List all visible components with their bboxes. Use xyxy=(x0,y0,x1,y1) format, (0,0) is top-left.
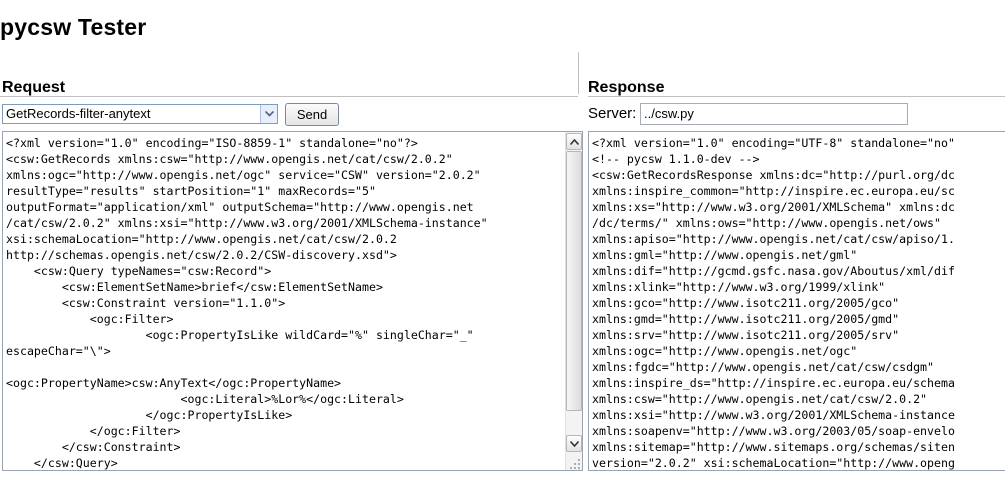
request-heading: Request xyxy=(2,79,66,96)
response-xml-line: xmlns:srv="http://www.isotc211.org/2005/… xyxy=(592,328,900,342)
page-title: pycsw Tester xyxy=(0,14,147,40)
response-xml-line: xmlns:gmd="http://www.isotc211.org/2005/… xyxy=(592,312,900,326)
test-request-selected-value: GetRecords-filter-anytext xyxy=(6,106,151,121)
response-heading: Response xyxy=(588,79,665,96)
response-xml-line: xmlns:inspire_ds="http://inspire.ec.euro… xyxy=(592,376,955,390)
request-xml-line: http://schemas.opengis.net/csw/2.0.2/CSW… xyxy=(6,248,397,262)
response-xml-line: xmlns:ogc="http://www.opengis.net/ogc" xyxy=(592,344,858,358)
response-xml-line: xmlns:xlink="http://www.w3.org/1999/xlin… xyxy=(592,280,886,294)
request-xml-line: <csw:Constraint version="1.1.0"> xyxy=(6,296,286,310)
request-xml-line: <ogc:PropertyName>csw:AnyText</ogc:Prope… xyxy=(6,376,342,390)
response-xml-line: /dc/terms/" xmlns:ows="http://www.opengi… xyxy=(592,216,942,230)
request-xml-line: escapeChar="\"> xyxy=(6,344,111,358)
test-request-select[interactable]: GetRecords-filter-anytext xyxy=(2,104,278,124)
response-xml-line: xmlns:xs="http://www.w3.org/2001/XMLSche… xyxy=(592,200,955,214)
response-divider xyxy=(588,96,1005,97)
response-xml-line: <?xml version="1.0" encoding="UTF-8" sta… xyxy=(592,136,955,150)
request-xml-textarea[interactable]: <?xml version="1.0" encoding="ISO-8859-1… xyxy=(2,131,583,471)
response-xml-line: xmlns:inspire_common="http://inspire.ec.… xyxy=(592,184,955,198)
request-xml-line: xsi:schemaLocation="http://www.opengis.n… xyxy=(6,232,397,246)
resize-grip-icon[interactable] xyxy=(569,457,581,469)
column-separator xyxy=(578,52,579,94)
request-divider xyxy=(0,96,578,97)
response-xml-line: <csw:GetRecordsResponse xmlns:dc="http:/… xyxy=(592,168,955,182)
request-xml-line: </ogc:PropertyIsLike> xyxy=(6,408,293,422)
response-xml-line: xmlns:csw="http://www.opengis.net/cat/cs… xyxy=(592,392,928,406)
request-xml-line: outputFormat="application/xml" outputSch… xyxy=(6,200,474,214)
server-label: Server: xyxy=(588,105,637,122)
server-url-input[interactable]: ../csw.py xyxy=(640,103,908,125)
request-xml-line: <ogc:Filter> xyxy=(6,312,174,326)
request-xml-line: </ogc:Filter> xyxy=(6,424,181,438)
response-xml-line: xmlns:dif="http://gcmd.gsfc.nasa.gov/Abo… xyxy=(592,264,955,278)
request-xml-line: <ogc:Literal>%Lor%</ogc:Literal> xyxy=(6,392,404,406)
request-scrollbar[interactable] xyxy=(565,132,582,470)
arrow-up-icon[interactable] xyxy=(566,133,582,150)
request-xml-line: </csw:Query> xyxy=(6,456,118,470)
chevron-down-icon[interactable] xyxy=(260,105,277,123)
response-xml-line: xmlns:gml="http://www.opengis.net/gml" xyxy=(592,248,858,262)
request-xml-line: </csw:Constraint> xyxy=(6,440,181,454)
request-xml-line: resultType="results" startPosition="1" m… xyxy=(6,184,376,198)
send-button[interactable]: Send xyxy=(285,103,339,126)
response-xml-line: <!-- pycsw 1.1.0-dev --> xyxy=(592,152,760,166)
response-xml-line: version="2.0.2" xsi:schemaLocation="http… xyxy=(592,456,955,470)
request-xml-line: /cat/csw/2.0.2" xmlns:xsi="http://www.w3… xyxy=(6,216,488,230)
request-scrollbar-thumb[interactable] xyxy=(566,151,582,411)
request-xml-line: <csw:GetRecords xmlns:csw="http://www.op… xyxy=(6,152,453,166)
request-xml-line: <?xml version="1.0" encoding="ISO-8859-1… xyxy=(6,136,418,150)
response-xml-line: xmlns:apiso="http://www.opengis.net/cat/… xyxy=(592,232,955,246)
arrow-down-icon[interactable] xyxy=(566,435,582,452)
request-xml-line: <csw:ElementSetName>brief</csw:ElementSe… xyxy=(6,280,383,294)
request-xml-line: <csw:Query typeNames="csw:Record"> xyxy=(6,264,272,278)
response-xml-line: xmlns:soapenv="http://www.w3.org/2003/05… xyxy=(592,424,955,438)
request-xml-line: xmlns:ogc="http://www.opengis.net/ogc" s… xyxy=(6,168,481,182)
response-xml-line: xmlns:sitemap="http://www.sitemaps.org/s… xyxy=(592,440,955,454)
response-xml-line: xmlns:fgdc="http://www.opengis.net/cat/c… xyxy=(592,360,935,374)
request-xml-line: <ogc:PropertyIsLike wildCard="%" singleC… xyxy=(6,328,474,342)
response-xml-textarea[interactable]: <?xml version="1.0" encoding="UTF-8" sta… xyxy=(588,131,1005,471)
response-xml-line: xmlns:xsi="http://www.w3.org/2001/XMLSch… xyxy=(592,408,955,422)
response-xml-line: xmlns:gco="http://www.isotc211.org/2005/… xyxy=(592,296,900,310)
